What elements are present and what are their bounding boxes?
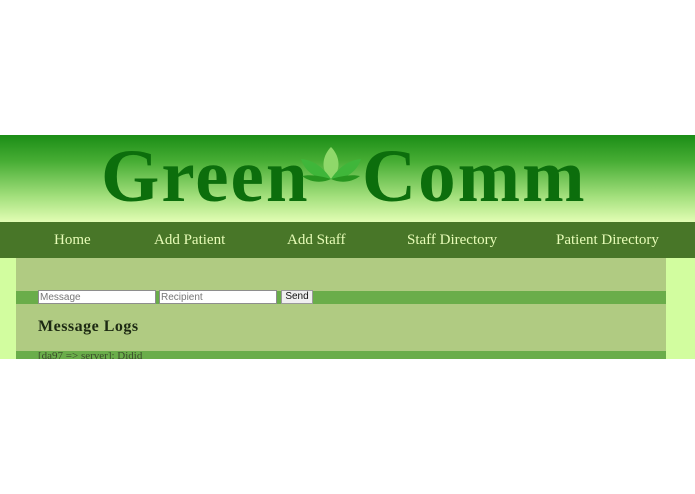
nav-staff-directory-link[interactable]: Staff Directory (407, 222, 497, 258)
app-frame: Green Comm Home Add Patient Add Staff St… (0, 135, 695, 359)
header-banner: Green Comm (0, 135, 695, 222)
main-nav: Home Add Patient Add Staff Staff Directo… (0, 222, 695, 258)
message-logs-title: Message Logs (38, 318, 139, 335)
message-input[interactable] (38, 290, 156, 304)
logo-text-left: Green (101, 135, 310, 218)
nav-home-link[interactable]: Home (54, 222, 91, 258)
lotus-icon (301, 147, 361, 182)
nav-add-staff-link[interactable]: Add Staff (287, 222, 345, 258)
main-content: Send Message Logs [da97 => server]: Didi… (16, 258, 666, 359)
nav-patient-directory-link[interactable]: Patient Directory (556, 222, 659, 258)
send-button[interactable]: Send (281, 290, 313, 304)
nav-add-patient-link[interactable]: Add Patient (154, 222, 225, 258)
recipient-input[interactable] (159, 290, 277, 304)
log-entry: [da97 => server]: Didid (38, 351, 143, 359)
logo-text-right: Comm (362, 135, 587, 218)
message-log-list: [da97 => server]: Didid (16, 351, 666, 359)
message-composer: Send (16, 290, 666, 304)
